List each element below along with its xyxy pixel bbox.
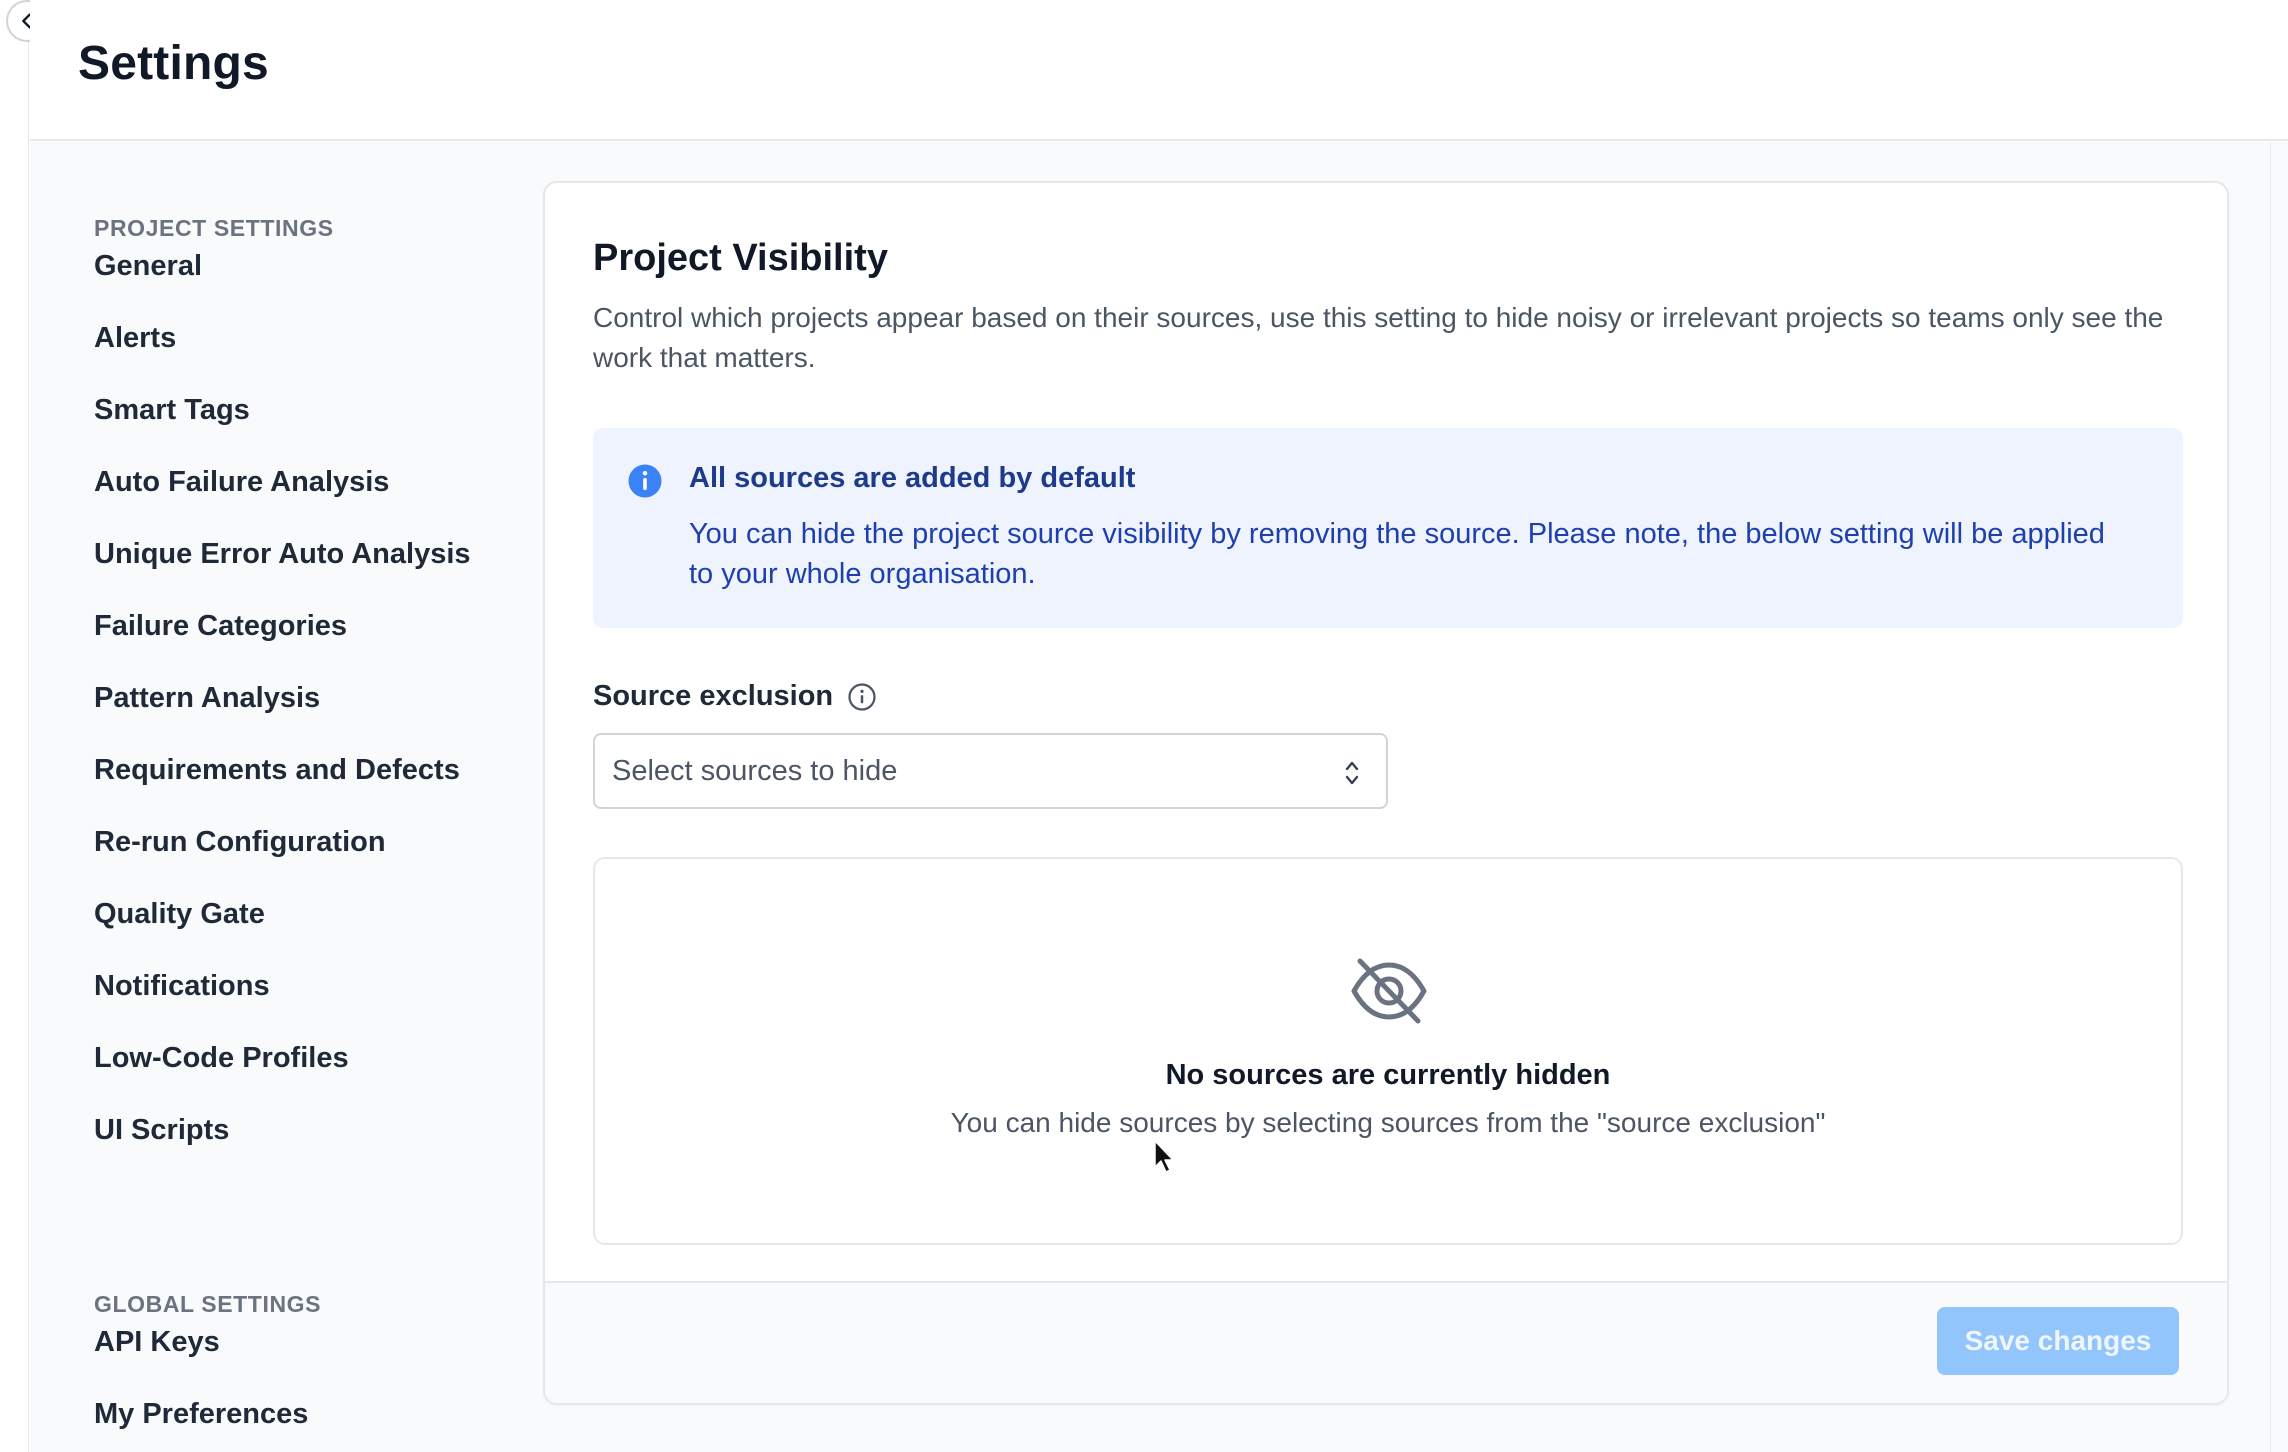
eye-off-icon (1351, 958, 1427, 1024)
chevron-up-down-icon (1345, 761, 1359, 785)
sidebar-item-quality-gate[interactable]: Quality Gate (94, 896, 514, 968)
empty-state-title: No sources are currently hidden (1165, 1059, 1611, 1091)
source-exclusion-select[interactable]: Select sources to hide (593, 733, 1388, 809)
card-footer: Save changes (545, 1281, 2227, 1403)
project-visibility-card: Project Visibility Control which project… (543, 181, 2229, 1405)
empty-state: No sources are currently hidden You can … (593, 857, 2183, 1245)
sidebar-item-general[interactable]: General (94, 248, 514, 320)
project-settings-label: PROJECT SETTINGS (94, 215, 334, 241)
info-banner: All sources are added by default You can… (593, 428, 2183, 628)
sidebar-item-low-code-profiles[interactable]: Low-Code Profiles (94, 1040, 514, 1112)
sidebar-item-pattern-analysis[interactable]: Pattern Analysis (94, 680, 514, 752)
sidebar-item-requirements-and-defects[interactable]: Requirements and Defects (94, 752, 514, 824)
sidebar-item-alerts[interactable]: Alerts (94, 320, 514, 392)
sidebar-item-smart-tags[interactable]: Smart Tags (94, 392, 514, 464)
sidebar-item-my-preferences[interactable]: My Preferences (94, 1396, 514, 1452)
sidebar-item-auto-failure-analysis[interactable]: Auto Failure Analysis (94, 464, 514, 536)
info-title: All sources are added by default (689, 462, 1136, 494)
sidebar-item-notifications[interactable]: Notifications (94, 968, 514, 1040)
left-panel-edge (0, 0, 29, 1452)
info-outline-icon[interactable] (847, 682, 877, 712)
mouse-cursor-icon (1154, 1140, 1174, 1173)
sidebar-item-failure-categories[interactable]: Failure Categories (94, 608, 514, 680)
save-changes-button[interactable]: Save changes (1937, 1307, 2179, 1375)
select-placeholder: Select sources to hide (612, 754, 898, 787)
source-exclusion-label: Source exclusion (593, 680, 2183, 713)
info-text: You can hide the project source visibili… (689, 518, 2105, 590)
source-exclusion-label-text: Source exclusion (593, 680, 834, 712)
card-title: Project Visibility (593, 237, 888, 279)
sidebar-item-ui-scripts[interactable]: UI Scripts (94, 1112, 514, 1184)
sidebar-item-rerun-configuration[interactable]: Re-run Configuration (94, 824, 514, 896)
empty-state-subtitle: You can hide sources by selecting source… (950, 1107, 1826, 1138)
page-title: Settings (78, 37, 269, 90)
sidebar-item-api-keys[interactable]: API Keys (94, 1324, 514, 1396)
scrollbar[interactable] (2270, 142, 2288, 1452)
info-icon (628, 464, 662, 498)
settings-sidebar: PROJECT SETTINGS General Alerts Smart Ta… (94, 214, 514, 1452)
sidebar-item-unique-error-auto-analysis[interactable]: Unique Error Auto Analysis (94, 536, 514, 608)
card-description: Control which projects appear based on t… (593, 302, 2164, 373)
global-settings-label: GLOBAL SETTINGS (94, 1291, 322, 1317)
page-header: Settings (30, 0, 2288, 141)
